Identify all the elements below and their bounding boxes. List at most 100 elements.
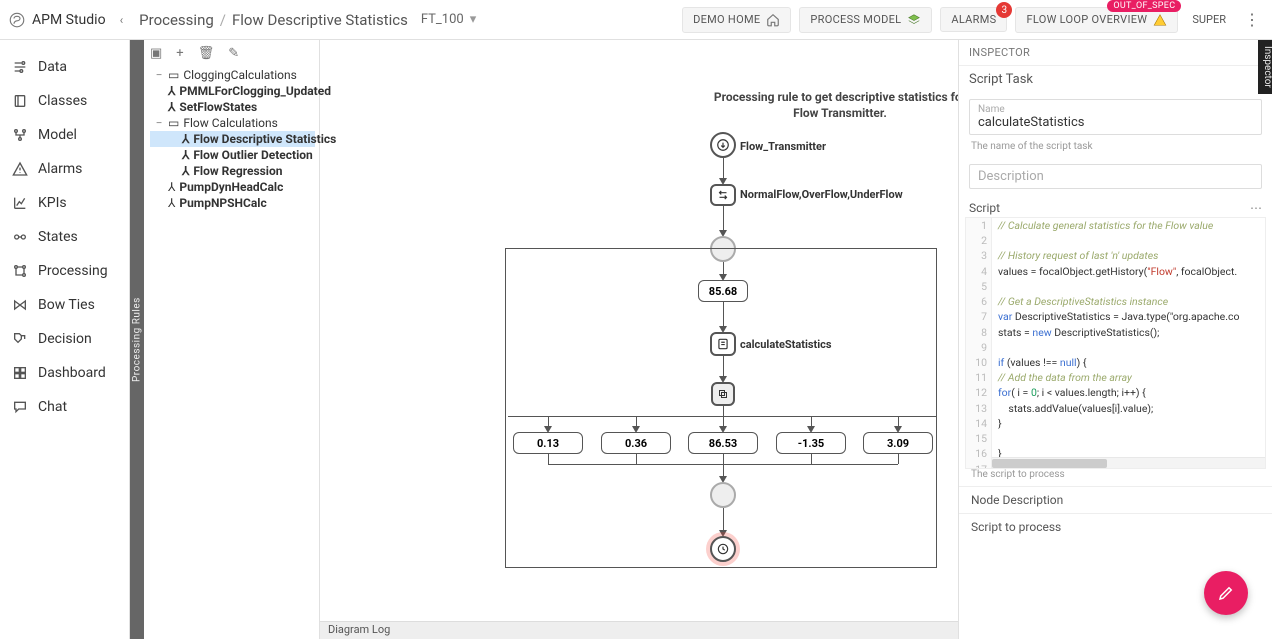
alarm-count-badge: 3 [996, 2, 1012, 18]
alert-icon [12, 161, 28, 177]
nav-alarms[interactable]: Alarms [0, 152, 129, 186]
scrollbar-thumb[interactable] [992, 459, 1107, 468]
nav-label: Processing [38, 263, 108, 279]
tree-label: PumpDynHeadCalc [179, 180, 283, 194]
nav-kpis[interactable]: KPIs [0, 186, 129, 220]
script-hint: The script to process [959, 469, 1272, 486]
tree-label: Flow Regression [193, 164, 282, 178]
tree-item[interactable]: ⅄Flow Regression [150, 163, 315, 179]
pencil-icon [1217, 584, 1235, 602]
warning-icon [1153, 13, 1167, 27]
name-field-value: calculateStatistics [978, 115, 1253, 130]
sidebar-collapse-icon[interactable]: ‹ [120, 13, 124, 27]
tree-toolbar: ▣ + 🗑 ✎ [130, 40, 319, 67]
sliders-icon [12, 59, 28, 75]
model-icon [12, 127, 28, 143]
nav-dashboard[interactable]: Dashboard [0, 356, 129, 390]
states-node[interactable] [710, 184, 736, 206]
tree-item[interactable]: ⅄SetFlowStates [150, 99, 315, 115]
folder-icon[interactable]: ▣ [150, 46, 162, 61]
script-label: Script [969, 201, 1000, 215]
canvas-area: Processing rule to get descriptive stati… [320, 40, 958, 639]
nav-states[interactable]: States [0, 220, 129, 254]
tree-item[interactable]: ⅄PMMLForClogging_Updated [150, 83, 315, 99]
fab-edit-button[interactable] [1204, 571, 1248, 615]
processing-rules-tab[interactable]: Processing Rules [130, 40, 144, 639]
node-description-row[interactable]: Node Description [959, 486, 1272, 513]
nav-classes[interactable]: Classes [0, 84, 129, 118]
horizontal-scrollbar[interactable] [992, 457, 1265, 468]
brain-icon [8, 11, 26, 29]
alarms-button[interactable]: ALARMS 3 [940, 7, 1007, 32]
tree-item[interactable]: ⅄PumpDynHeadCalc [150, 179, 315, 195]
script-to-process-row[interactable]: Script to process [959, 513, 1272, 540]
tree-group[interactable]: −▭Flow Calculations [150, 115, 315, 131]
breadcrumb-a[interactable]: Processing [139, 11, 214, 29]
flow-loop-label: FLOW LOOP OVERVIEW [1026, 13, 1147, 26]
tree-label: Flow Outlier Detection [193, 148, 312, 162]
diagram-canvas[interactable]: Processing rule to get descriptive stati… [320, 40, 958, 621]
tree-label: PMMLForClogging_Updated [179, 84, 331, 98]
tree-label: Flow Calculations [183, 116, 278, 130]
node-label: NormalFlow,OverFlow,UnderFlow [740, 188, 903, 201]
nav-label: KPIs [38, 195, 67, 211]
chevron-down-icon: ▾ [470, 12, 477, 27]
nav-decision[interactable]: Decision [0, 322, 129, 356]
description-field[interactable]: Description [969, 164, 1262, 189]
edge [723, 206, 724, 230]
description-placeholder: Description [978, 169, 1253, 184]
start-node[interactable] [710, 132, 736, 158]
edge [723, 158, 724, 178]
out-of-spec-badge: OUT_OF_SPEC [1107, 0, 1181, 12]
chart-icon [12, 195, 28, 211]
bowtie-icon [12, 297, 28, 313]
nav-label: Dashboard [38, 365, 106, 381]
name-field-label: Name [978, 104, 1253, 115]
tree-label: SetFlowStates [179, 100, 257, 114]
nav-bowties[interactable]: Bow Ties [0, 288, 129, 322]
inspector-tab[interactable]: Inspector [1258, 40, 1272, 94]
user-role[interactable]: SUPER [1186, 13, 1232, 26]
inspector-header: INSPECTOR [959, 40, 1272, 66]
decision-icon [12, 331, 28, 347]
processing-icon [12, 263, 28, 279]
tree-item[interactable]: ⅄PumpNPSHCalc [150, 195, 315, 211]
tree-label: PumpNPSHCalc [179, 196, 266, 210]
name-field[interactable]: Name calculateStatistics [969, 99, 1262, 135]
breadcrumb-b[interactable]: Flow Descriptive Statistics [232, 11, 408, 29]
brand[interactable]: APM Studio [8, 11, 112, 29]
flow-loop-button[interactable]: FLOW LOOP OVERVIEW OUT_OF_SPEC [1015, 7, 1178, 33]
states-icon [12, 229, 28, 245]
tree-label: CloggingCalculations [183, 68, 296, 82]
alarms-label: ALARMS [951, 13, 996, 26]
brand-label: APM Studio [32, 12, 106, 28]
nav-model[interactable]: Model [0, 118, 129, 152]
dashboard-icon [12, 365, 28, 381]
nav-label: Alarms [38, 161, 82, 177]
nav-data[interactable]: Data [0, 50, 129, 84]
delete-icon[interactable]: 🗑 [198, 46, 215, 61]
script-menu-icon[interactable]: ⋯ [1250, 201, 1262, 215]
switch-icon [716, 188, 730, 202]
left-nav: Data Classes Model Alarms KPIs States Pr… [0, 40, 130, 639]
breadcrumb: Processing / Flow Descriptive Statistics… [139, 9, 483, 30]
arrow-down-circle-icon [716, 138, 730, 152]
tag-dropdown[interactable]: FT_100 ▾ [414, 9, 483, 30]
more-icon[interactable]: ⋮ [1240, 10, 1264, 29]
add-icon[interactable]: + [176, 46, 183, 61]
tree-item-selected[interactable]: ⅄Flow Descriptive Statistics [150, 131, 315, 147]
demo-home-button[interactable]: DEMO HOME [682, 7, 791, 33]
tree-group[interactable]: −▭CloggingCalculations [150, 67, 315, 83]
tree-label: Flow Descriptive Statistics [193, 132, 336, 146]
nav-label: Classes [38, 93, 87, 109]
edit-icon[interactable]: ✎ [228, 46, 239, 61]
breadcrumb-separator: / [220, 11, 226, 29]
nav-processing[interactable]: Processing [0, 254, 129, 288]
nav-chat[interactable]: Chat [0, 390, 129, 424]
tree-item[interactable]: ⅄Flow Outlier Detection [150, 147, 315, 163]
process-frame [505, 248, 937, 568]
rules-tree: −▭CloggingCalculations ⅄PMMLForClogging_… [130, 67, 319, 211]
process-model-button[interactable]: PROCESS MODEL [799, 7, 932, 33]
script-editor[interactable]: 1// Calculate general statistics for the… [965, 217, 1266, 469]
diagram-log-tab[interactable]: Diagram Log [320, 621, 958, 639]
